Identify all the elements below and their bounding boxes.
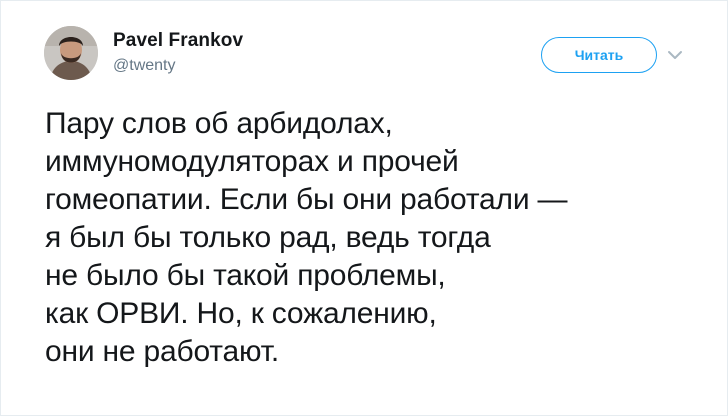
follow-button[interactable]: Читать xyxy=(541,37,657,73)
tweet-text-line: как ОРВИ. Но, к сожалению, xyxy=(45,297,437,330)
tweet-text-line: Пару слов об арбидолах, xyxy=(45,107,393,140)
tweet-text-line: гомеопатии. Если бы они работали — xyxy=(45,183,568,216)
user-handle[interactable]: @twenty xyxy=(113,58,243,74)
tweet-card: Pavel Frankov @twenty Читать Пару слов о… xyxy=(0,0,728,416)
chevron-down-icon[interactable] xyxy=(667,48,683,60)
tweet-text-line: я был бы только рад, ведь тогда xyxy=(45,221,491,254)
avatar[interactable] xyxy=(44,26,98,80)
tweet-text-line: не было бы такой проблемы, xyxy=(45,259,446,292)
tweet-text: Пару слов об арбидолах, иммуномодулятора… xyxy=(45,105,705,371)
avatar-image xyxy=(44,26,98,80)
user-info: Pavel Frankov @twenty xyxy=(113,31,243,74)
tweet-text-line: они не работают. xyxy=(45,335,279,368)
display-name[interactable]: Pavel Frankov xyxy=(113,31,243,50)
tweet-text-line: иммуномодуляторах и прочей xyxy=(45,145,459,178)
